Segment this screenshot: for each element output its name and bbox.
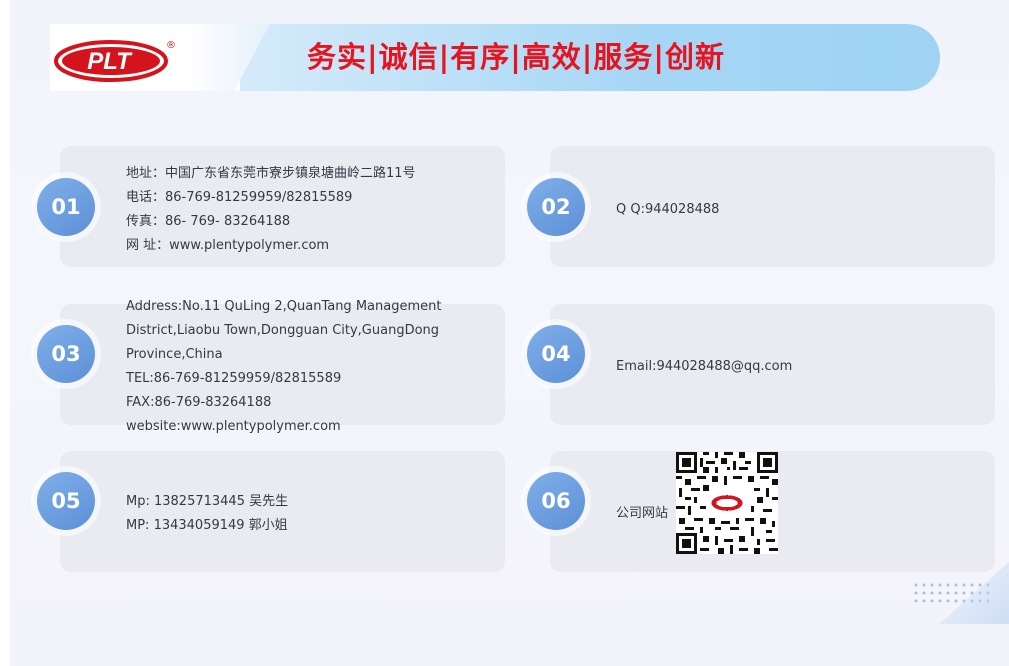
website-line[interactable]: 网 址：www.plentypolymer.com xyxy=(126,234,416,258)
header-banner: PLT ® 务实|诚信|有序|高效|服务|创新 xyxy=(50,24,940,91)
slogan-text: 务实|诚信|有序|高效|服务|创新 xyxy=(307,40,725,74)
address-en-text: Address:No.11 QuLing 2,QuanTang Manageme… xyxy=(126,295,441,439)
email-line[interactable]: Email:944028488@qq.com xyxy=(616,355,792,379)
mobile-line-1: Mp: 13825713445 吴先生 xyxy=(126,494,289,509)
badge-03: 03 xyxy=(37,325,95,383)
address-line: 地址：中国广东省东莞市寮步镇泉塘曲岭二路11号 xyxy=(126,166,416,181)
website-en-line[interactable]: website:www.plentypolymer.com xyxy=(126,415,441,439)
mobile-line-2: MP: 13434059149 郭小姐 xyxy=(126,518,288,533)
qr-code-icon[interactable] xyxy=(676,452,778,554)
website-qr-label: 公司网站 xyxy=(616,502,668,526)
email-text: Email:944028488@qq.com xyxy=(616,355,792,379)
qq-line: Q Q:944028488 xyxy=(616,202,720,217)
badge-01: 01 xyxy=(37,178,95,236)
qq-text: Q Q:944028488 xyxy=(616,198,719,222)
address-cn-text: 地址：中国广东省东莞市寮步镇泉塘曲岭二路11号 电话：86-769-812599… xyxy=(126,162,416,258)
svg-text:®: ® xyxy=(166,40,176,51)
badge-04: 04 xyxy=(527,325,585,383)
address-en-line-2: District,Liaobu Town,Dongguan City,Guang… xyxy=(126,323,440,338)
tel-line: TEL:86-769-81259959/82815589 xyxy=(126,371,342,386)
svg-text:PLT: PLT xyxy=(87,48,133,75)
qr-code-graphic xyxy=(676,452,778,554)
company-website-label: 公司网站 xyxy=(616,506,669,521)
phone-line: 电话：86-769-81259959/82815589 xyxy=(126,190,353,205)
plt-logo-icon: PLT ® xyxy=(54,40,176,82)
badge-05: 05 xyxy=(37,472,95,530)
mobile-text: Mp: 13825713445 吴先生 MP: 13434059149 郭小姐 xyxy=(126,490,288,538)
badge-06: 06 xyxy=(527,472,585,530)
fax-en-line: FAX:86-769-83264188 xyxy=(126,395,272,410)
plt-logo[interactable]: PLT ® xyxy=(53,37,179,87)
badge-02: 02 xyxy=(527,178,585,236)
address-en-line-1: Address:No.11 QuLing 2,QuanTang Manageme… xyxy=(126,299,442,314)
address-en-line-3: Province,China xyxy=(126,347,223,362)
fax-line: 传真：86- 769- 83264188 xyxy=(126,214,291,229)
